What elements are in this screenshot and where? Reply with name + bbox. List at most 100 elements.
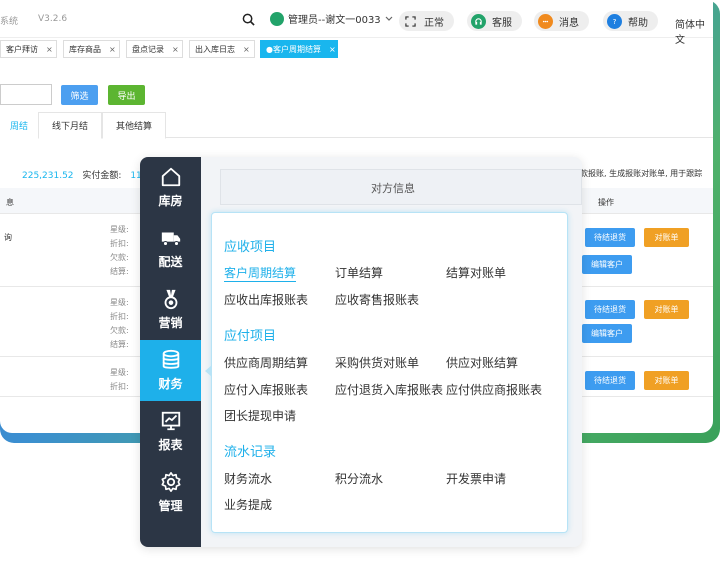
tab-customer-period-settlement[interactable]: ●客户周期结算 × — [260, 40, 338, 58]
language-selector[interactable]: 简体中文 — [675, 16, 713, 46]
medal-icon — [164, 289, 177, 310]
row-info: 询 — [4, 233, 12, 242]
menu-item-leader-withdrawal[interactable]: 团长提现申请 — [224, 407, 296, 424]
row-label: 折扣: — [110, 239, 129, 248]
row-label: 欠款: — [110, 326, 129, 335]
mode-label: 正常 — [424, 17, 444, 29]
headset-icon — [471, 13, 486, 29]
sidebar-item-finance[interactable]: 财务 — [140, 340, 201, 401]
fullscreen-icon — [403, 14, 418, 29]
edit-customer-button[interactable]: 编辑客户 — [582, 324, 632, 343]
top-bar: 系统 V3.2.6 管理员--谢文一0033 正常 客服 消息 ? 帮助 简体中… — [0, 0, 713, 46]
chart-icon — [161, 411, 180, 431]
avatar — [270, 11, 284, 26]
system-name: 系统 — [0, 17, 19, 27]
row-label: 结算: — [110, 267, 129, 276]
tab-stock-log[interactable]: 出入库日志 × — [189, 40, 255, 58]
tab-inventory-record[interactable]: 盘点记录 × — [126, 40, 183, 58]
menu-item-receivable-outbound-report[interactable]: 应收出库报账表 — [224, 291, 308, 308]
search-icon[interactable] — [242, 13, 255, 26]
help-label: 帮助 — [628, 17, 648, 29]
truck-icon — [161, 232, 180, 246]
subtab-offline-monthly[interactable]: 线下月结 — [38, 112, 102, 139]
svg-text:?: ? — [613, 17, 617, 26]
row-label: 星级: — [110, 368, 129, 377]
menu-item-supplier-period-settlement[interactable]: 供应商周期结算 — [224, 354, 308, 371]
menu-item-business-commission[interactable]: 业务提成 — [224, 496, 272, 513]
help-icon: ? — [607, 13, 622, 29]
menu-item-purchase-supply-statement[interactable]: 采购供货对账单 — [335, 354, 419, 371]
menu-item-finance-flow[interactable]: 财务流水 — [224, 470, 272, 487]
message-button[interactable]: 消息 — [534, 11, 589, 31]
sidebar-item-label: 报表 — [158, 438, 183, 452]
sidebar-item-delivery[interactable]: 配送 — [140, 218, 201, 279]
pending-return-button[interactable]: 待结退货 — [585, 371, 635, 390]
close-icon[interactable]: × — [243, 45, 250, 54]
menu-item-customer-period-settlement[interactable]: 客户周期结算 — [224, 264, 297, 282]
menu-item-order-settlement[interactable]: 订单结算 — [335, 264, 383, 281]
panel-header: 对方信息 — [220, 169, 582, 205]
section-title-flow: 流水记录 — [224, 445, 277, 460]
tab-label: 盘点记录 — [132, 44, 164, 54]
settlement-subtabs: 周结 线下月结 其他结算 — [0, 112, 713, 139]
mode-toggle-button[interactable]: 正常 — [399, 11, 454, 31]
user-name: 管理员--谢文一0033 — [288, 15, 381, 26]
row-label: 欠款: — [110, 253, 129, 262]
statement-button[interactable]: 对账单 — [644, 228, 689, 247]
subtab-weekly[interactable]: 周结 — [0, 112, 38, 139]
service-button[interactable]: 客服 — [467, 11, 522, 31]
message-label: 消息 — [559, 17, 579, 29]
help-button[interactable]: ? 帮助 — [603, 11, 658, 31]
row-label: 星级: — [110, 225, 129, 234]
sidebar-item-label: 库房 — [158, 194, 183, 208]
finance-submenu: 应收项目 客户周期结算 订单结算 结算对账单 应收出库报账表 应收寄售报账表 应… — [205, 212, 568, 533]
menu-item-receivable-consignment-report[interactable]: 应收寄售报账表 — [335, 291, 419, 308]
sidebar-item-label: 营销 — [158, 316, 183, 330]
subtab-other[interactable]: 其他结算 — [102, 112, 166, 139]
filter-button[interactable]: 筛选 — [61, 85, 98, 105]
sidebar-item-reports[interactable]: 报表 — [140, 401, 201, 462]
sidebar-item-label: 配送 — [158, 255, 183, 269]
sidebar-item-label: 财务 — [158, 377, 183, 391]
notice-text: 款报账, 生成报账对账单, 用于跟踪 — [580, 169, 703, 178]
sidebar-item-management[interactable]: 管理 — [140, 462, 201, 523]
sidebar-item-label: 管理 — [158, 499, 183, 513]
close-icon[interactable]: × — [329, 45, 336, 54]
column-header-info: 息 — [6, 198, 14, 207]
close-icon[interactable]: × — [46, 45, 53, 54]
menu-item-points-flow[interactable]: 积分流水 — [335, 470, 383, 487]
close-icon[interactable]: × — [172, 45, 179, 54]
chat-icon — [538, 13, 553, 29]
tab-customer-visit[interactable]: 客户拜访 × — [0, 40, 57, 58]
tab-label: 出入库日志 — [195, 44, 235, 54]
statement-button[interactable]: 对账单 — [644, 300, 689, 319]
close-icon[interactable]: × — [109, 45, 116, 54]
statement-button[interactable]: 对账单 — [644, 371, 689, 390]
total-amount: 225,231.52 — [22, 171, 74, 181]
sidebar-item-marketing[interactable]: 营销 — [140, 279, 201, 340]
export-button[interactable]: 导出 — [108, 85, 145, 105]
service-label: 客服 — [492, 17, 512, 29]
edit-customer-button[interactable]: 编辑客户 — [582, 255, 632, 274]
row-label: 结算: — [110, 340, 129, 349]
menu-item-settlement-statement[interactable]: 结算对账单 — [446, 264, 506, 281]
filter-input[interactable] — [0, 84, 52, 105]
menu-item-supply-statement-settlement[interactable]: 供应对账结算 — [446, 354, 518, 371]
row-label: 折扣: — [110, 312, 129, 321]
paid-label: 实付金额: — [82, 171, 122, 181]
pending-return-button[interactable]: 待结退货 — [585, 300, 635, 319]
tab-stock-goods[interactable]: 库存商品 × — [63, 40, 120, 58]
menu-item-payable-inbound-report[interactable]: 应付入库报账表 — [224, 381, 308, 398]
pending-return-button[interactable]: 待结退货 — [585, 228, 635, 247]
menu-item-invoice-request[interactable]: 开发票申请 — [446, 470, 506, 487]
sidebar-item-warehouse[interactable]: 库房 — [140, 157, 201, 218]
menu-item-payable-supplier-report[interactable]: 应付供应商报账表 — [446, 381, 542, 398]
home-icon — [161, 167, 180, 187]
column-header-actions: 操作 — [598, 198, 614, 207]
gear-icon — [160, 472, 181, 492]
user-menu[interactable]: 管理员--谢文一0033 — [270, 11, 393, 26]
tab-label: ●客户周期结算 — [266, 44, 321, 54]
row-label: 折扣: — [110, 382, 129, 391]
menu-item-payable-return-inbound-report[interactable]: 应付退货入库报账表 — [335, 381, 443, 398]
section-title-receivable: 应收项目 — [224, 240, 277, 255]
